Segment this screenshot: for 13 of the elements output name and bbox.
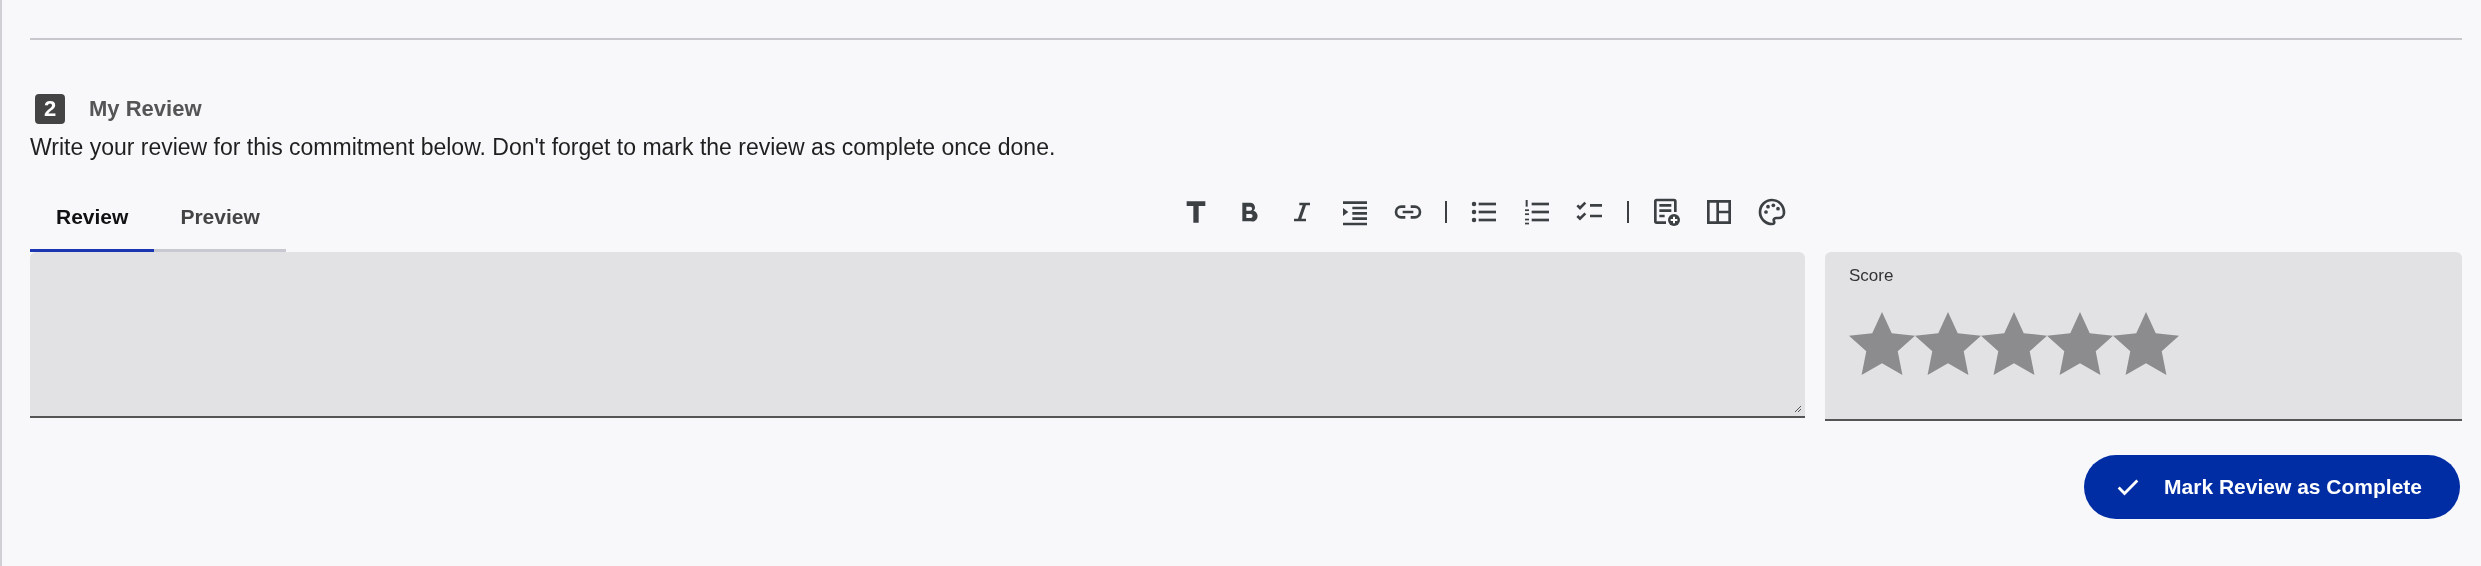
- star-icon[interactable]: [1915, 312, 1981, 375]
- mark-complete-button[interactable]: Mark Review as Complete: [2084, 455, 2460, 519]
- section-description: Write your review for this commitment below. Don't forget to mark the review as complete once done.: [30, 134, 1057, 161]
- editor-tab[interactable]: Preview: [154, 189, 286, 252]
- star-icon[interactable]: [2047, 312, 2113, 375]
- palette-icon[interactable]: [1756, 196, 1788, 228]
- resize-handle-icon[interactable]: [1792, 403, 1802, 413]
- star-icon[interactable]: [2113, 312, 2179, 375]
- step-number: 2: [35, 94, 65, 124]
- section-title: My Review: [89, 96, 202, 122]
- score-label: Score: [1849, 266, 1894, 285]
- star-icon[interactable]: [1849, 312, 1915, 375]
- star-icon[interactable]: [1981, 312, 2047, 375]
